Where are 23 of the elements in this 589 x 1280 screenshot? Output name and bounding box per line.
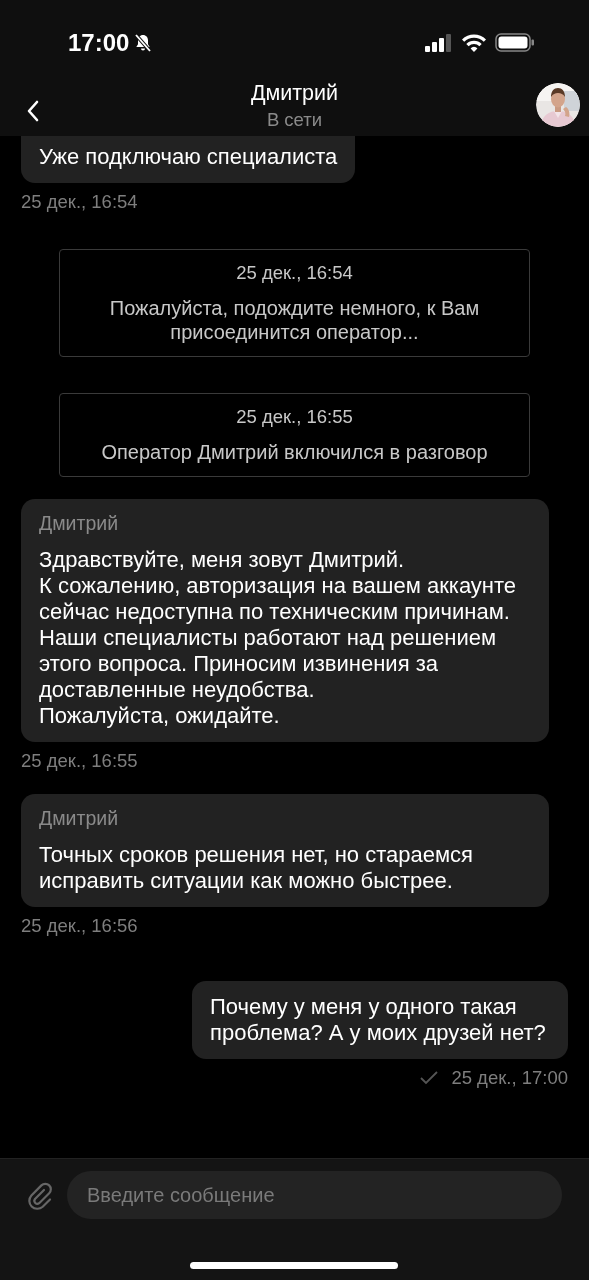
message-text: Почему у меня у одного такая проблема? А у моих друзей нет?: [210, 994, 547, 1046]
message-input[interactable]: Введите сообщение: [67, 1171, 562, 1219]
sender-name: Дмитрий: [39, 512, 120, 535]
wifi-icon: [461, 33, 487, 52]
message-text: Уже подключаю специалиста: [39, 144, 338, 170]
message-time: 25 дек., 16:54: [21, 191, 138, 213]
message-time: 25 дек., 16:56: [21, 915, 138, 937]
notice-text: Пожалуйста, подождите немного, к Вам присоединится оператор...: [108, 296, 481, 344]
online-status: В сети: [266, 109, 323, 131]
sender-name: Дмитрий: [39, 807, 120, 830]
notice-time: 25 дек., 16:54: [235, 262, 354, 284]
notice-text: Оператор Дмитрий включился в разговор: [100, 440, 489, 464]
signal-icon: [425, 33, 453, 52]
contact-name: Дмитрий: [250, 81, 339, 106]
notice-time: 25 дек., 16:55: [235, 406, 354, 428]
message-time: 25 дек., 16:55: [21, 750, 138, 772]
chevron-left-icon: [26, 98, 40, 123]
status-time: 17:00: [68, 28, 130, 57]
message-time: 25 дек., 17:00: [451, 1067, 568, 1089]
paperclip-icon[interactable]: [25, 1181, 55, 1211]
battery-icon: [495, 33, 535, 52]
message-text: Здравствуйте, меня зовут Дмитрий. К сожалению, авторизация на вашем аккаунте сейчас недоступна по техническим причинам. Наши специалисты работают над решением этого вопроса. Приносим извинения за доставленные неудобства. Пожалуйста, ожидайте.: [39, 547, 518, 729]
message-text: Точных сроков решения нет, но стараемся исправить ситуации как можно быстрее.: [39, 842, 475, 894]
